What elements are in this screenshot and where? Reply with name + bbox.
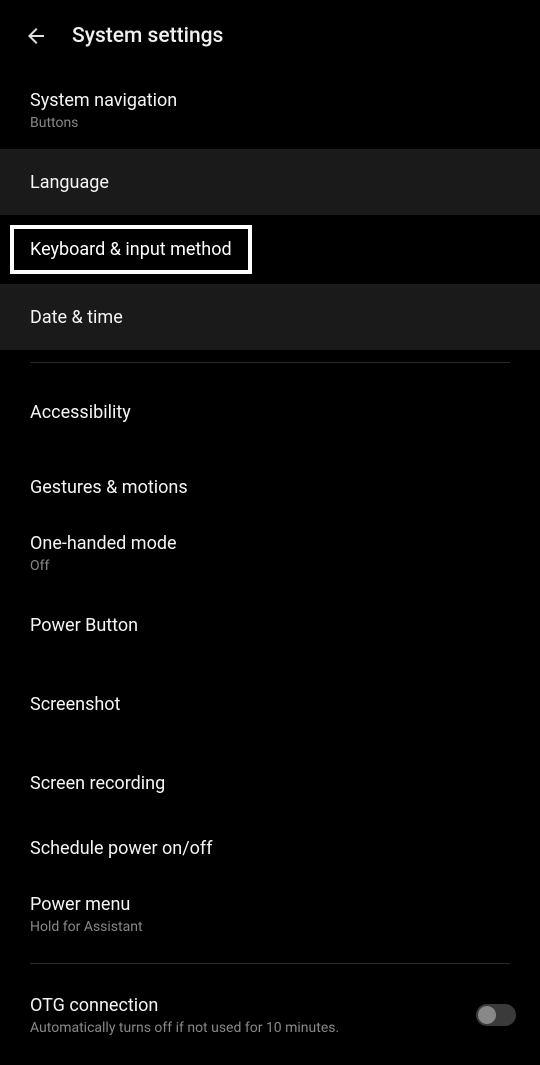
setting-subtitle: Hold for Assistant [30,919,510,935]
back-button[interactable] [12,12,60,60]
setting-subtitle: Automatically turns off if not used for … [30,1020,339,1036]
setting-title: Power Button [30,615,510,636]
arrow-left-icon [24,24,48,48]
setting-title: Language [30,172,510,193]
app-bar: System settings [0,0,540,72]
setting-title: System navigation [30,90,510,111]
divider [30,362,510,363]
setting-title: Keyboard & input method [30,239,232,260]
setting-date-time[interactable]: Date & time [0,284,540,350]
setting-subtitle: Buttons [30,115,510,131]
setting-language[interactable]: Language [0,149,540,215]
setting-power-menu[interactable]: Power menu Hold for Assistant [0,878,540,951]
setting-screen-recording[interactable]: Screen recording [0,748,540,818]
setting-title: Schedule power on/off [30,838,510,859]
setting-otg-connection[interactable]: OTG connection Automatically turns off i… [0,976,540,1054]
setting-title: Screenshot [30,694,510,715]
setting-title: Screen recording [30,773,510,794]
setting-schedule-power[interactable]: Schedule power on/off [0,818,540,878]
setting-title: One-handed mode [30,533,510,554]
setting-title: OTG connection [30,995,339,1016]
setting-accessibility[interactable]: Accessibility [0,375,540,449]
page-title: System settings [72,24,223,48]
setting-subtitle: Off [30,558,510,574]
setting-system-navigation[interactable]: System navigation Buttons [0,72,540,149]
setting-screenshot[interactable]: Screenshot [0,674,540,734]
setting-title: Accessibility [30,402,510,423]
setting-one-handed-mode[interactable]: One-handed mode Off [0,517,540,590]
setting-gestures-motions[interactable]: Gestures & motions [0,457,540,517]
setting-keyboard-input[interactable]: Keyboard & input method [0,215,540,284]
setting-title: Power menu [30,894,510,915]
setting-title: Gestures & motions [30,477,510,498]
setting-title: Date & time [30,307,510,328]
toggle-knob [478,1006,496,1024]
highlight-box: Keyboard & input method [10,225,252,274]
otg-toggle[interactable] [476,1004,516,1026]
setting-power-button[interactable]: Power Button [0,590,540,660]
divider [30,963,510,964]
